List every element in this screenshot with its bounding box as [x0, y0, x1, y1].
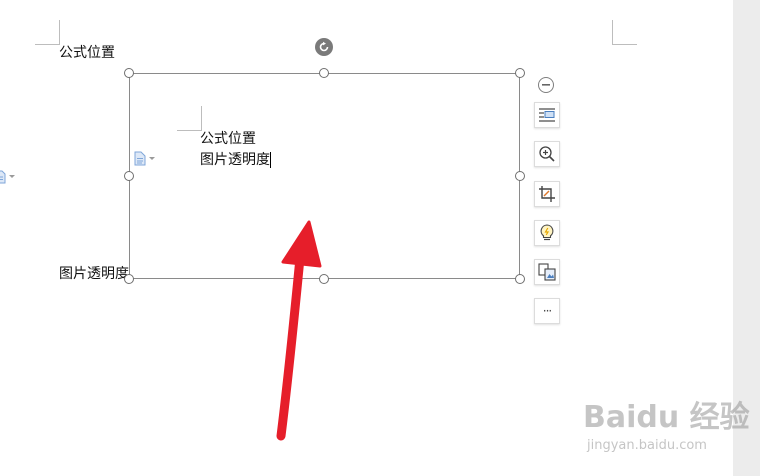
resize-handle-bottom-left[interactable]	[124, 274, 134, 284]
lightbulb-icon	[540, 224, 554, 241]
rotate-icon	[319, 41, 329, 52]
image-text-formula-position: 公式位置	[200, 131, 256, 147]
resize-handle-top-left[interactable]	[124, 68, 134, 78]
document-icon	[134, 151, 146, 166]
resize-handle-right[interactable]	[515, 171, 525, 181]
watermark-url: jingyan.baidu.com	[587, 438, 707, 453]
rotate-handle[interactable]	[315, 38, 333, 56]
document-icon	[0, 170, 6, 184]
document-text-image-transparency[interactable]: 图片透明度	[59, 265, 129, 283]
zoom-in-icon	[539, 146, 555, 162]
more-icon: ···	[542, 304, 553, 318]
selected-image[interactable]	[129, 73, 520, 279]
resize-handle-top[interactable]	[319, 68, 329, 78]
crop-icon	[539, 186, 555, 202]
zoom-in-button[interactable]	[534, 141, 560, 167]
watermark-brand: Baidu 经验	[583, 400, 750, 435]
resize-handle-left[interactable]	[124, 171, 134, 181]
paste-options-edge[interactable]	[0, 170, 15, 184]
dropdown-arrow-icon	[149, 156, 155, 160]
watermark: Baidu 经验 jingyan.baidu.com	[583, 392, 750, 470]
text-wrap-button[interactable]	[534, 102, 560, 128]
text-cursor	[270, 152, 271, 168]
margin-corner-top-right	[612, 20, 637, 45]
minus-icon	[542, 84, 550, 86]
image-convert-button[interactable]	[534, 259, 560, 285]
resize-handle-bottom-right[interactable]	[515, 274, 525, 284]
image-text-image-transparency: 图片透明度	[200, 152, 270, 168]
text-wrap-icon	[539, 108, 555, 122]
more-options-button[interactable]: ···	[534, 298, 560, 324]
margin-corner-top-left	[35, 20, 60, 45]
dropdown-arrow-icon	[9, 175, 15, 178]
image-convert-icon	[538, 263, 556, 281]
collapse-toolbar-button[interactable]	[538, 77, 554, 93]
image-paste-options[interactable]	[134, 151, 155, 166]
crop-button[interactable]	[534, 181, 560, 207]
image-effects-button[interactable]	[534, 220, 560, 246]
resize-handle-top-right[interactable]	[515, 68, 525, 78]
document-text-formula-position[interactable]: 公式位置	[59, 44, 115, 62]
resize-handle-bottom[interactable]	[319, 274, 329, 284]
